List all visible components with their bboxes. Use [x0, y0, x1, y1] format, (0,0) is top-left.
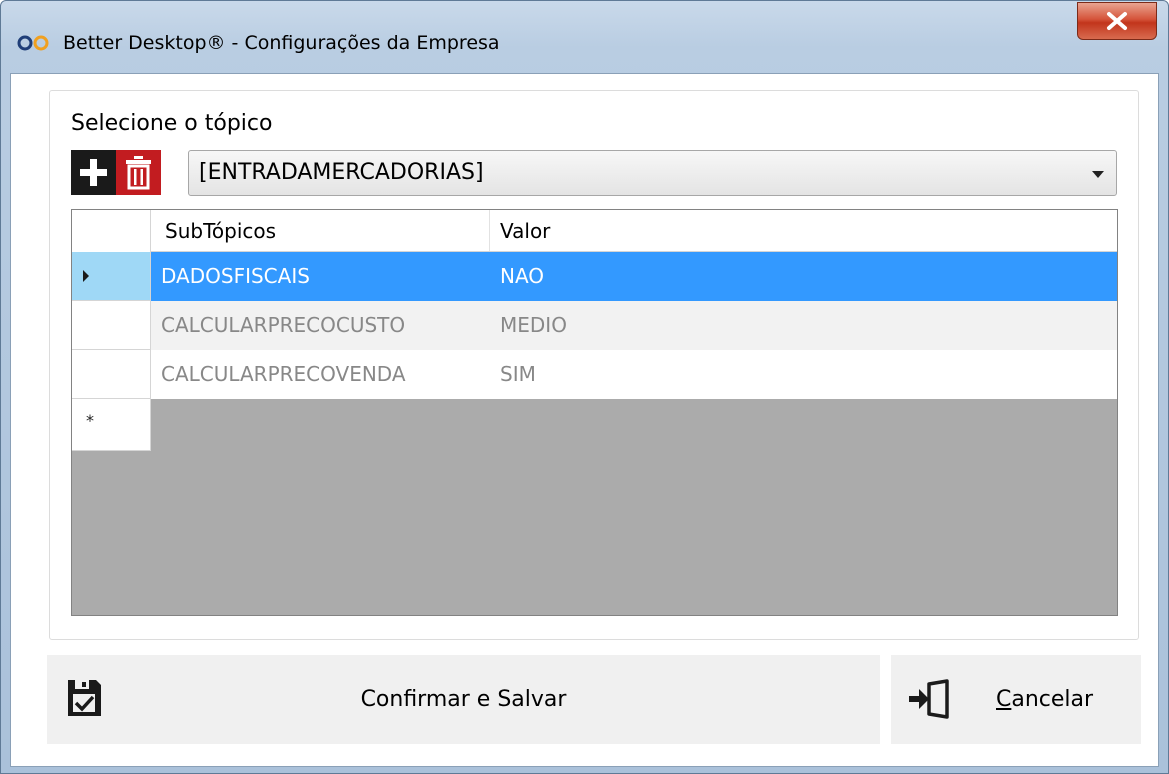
cell-subtopico[interactable]: DADOSFISCAIS [151, 252, 490, 301]
add-topic-button[interactable] [71, 150, 116, 195]
chevron-down-icon[interactable] [1092, 171, 1104, 178]
topic-dropdown-value: [ENTRADAMERCADORIAS] [199, 160, 484, 185]
close-icon [1107, 12, 1127, 30]
grid-header: SubTópicos Valor [72, 210, 1117, 252]
column-header-subtopicos[interactable]: SubTópicos [151, 210, 490, 251]
cancel-label: Cancelar [996, 687, 1094, 712]
confirm-save-label: Confirmar e Salvar [360, 687, 567, 712]
current-row-arrow-icon [83, 270, 89, 282]
new-row-header[interactable]: * [72, 399, 151, 451]
topic-label: Selecione o tópico [71, 111, 273, 136]
table-row[interactable]: CALCULARPRECOVENDA SIM [72, 350, 1117, 399]
title-bar[interactable]: Better Desktop® - Configurações da Empre… [1, 1, 1168, 73]
cell-valor[interactable]: MEDIO [490, 301, 1117, 350]
cell-valor[interactable]: SIM [490, 350, 1117, 399]
infinity-logo-icon [17, 35, 49, 51]
cell-valor[interactable]: NAO [490, 252, 1117, 301]
column-header-valor[interactable]: Valor [490, 210, 1117, 251]
row-header[interactable] [72, 350, 151, 399]
window-title: Better Desktop® - Configurações da Empre… [63, 32, 500, 54]
cell-subtopico[interactable]: CALCULARPRECOVENDA [151, 350, 490, 399]
delete-topic-button[interactable] [116, 150, 161, 195]
cell-subtopico[interactable]: CALCULARPRECOCUSTO [151, 301, 490, 350]
dialog-body: Selecione o tópico [ENTRADAMERCADORIAS] [10, 73, 1159, 767]
topic-dropdown[interactable]: [ENTRADAMERCADORIAS] [188, 150, 1117, 196]
subtopics-grid[interactable]: SubTópicos Valor DADOSFISCAIS NAO CALCUL… [71, 209, 1118, 616]
exit-door-icon [909, 679, 949, 719]
confirm-save-button[interactable]: Confirmar e Salvar [47, 655, 880, 744]
row-header[interactable] [72, 252, 151, 301]
table-row[interactable]: CALCULARPRECOCUSTO MEDIO [72, 301, 1117, 350]
new-row-marker: * [86, 411, 94, 430]
close-button[interactable] [1077, 2, 1157, 40]
cancel-button[interactable]: Cancelar [891, 655, 1141, 744]
plus-icon [80, 159, 107, 186]
grid-empty-area-left [72, 451, 151, 615]
grid-empty-area [151, 399, 1117, 615]
row-header[interactable] [72, 301, 151, 350]
grid-header-corner[interactable] [72, 210, 151, 252]
trash-icon [126, 156, 151, 190]
app-window: Better Desktop® - Configurações da Empre… [0, 0, 1169, 774]
table-row[interactable]: DADOSFISCAIS NAO [72, 252, 1117, 301]
